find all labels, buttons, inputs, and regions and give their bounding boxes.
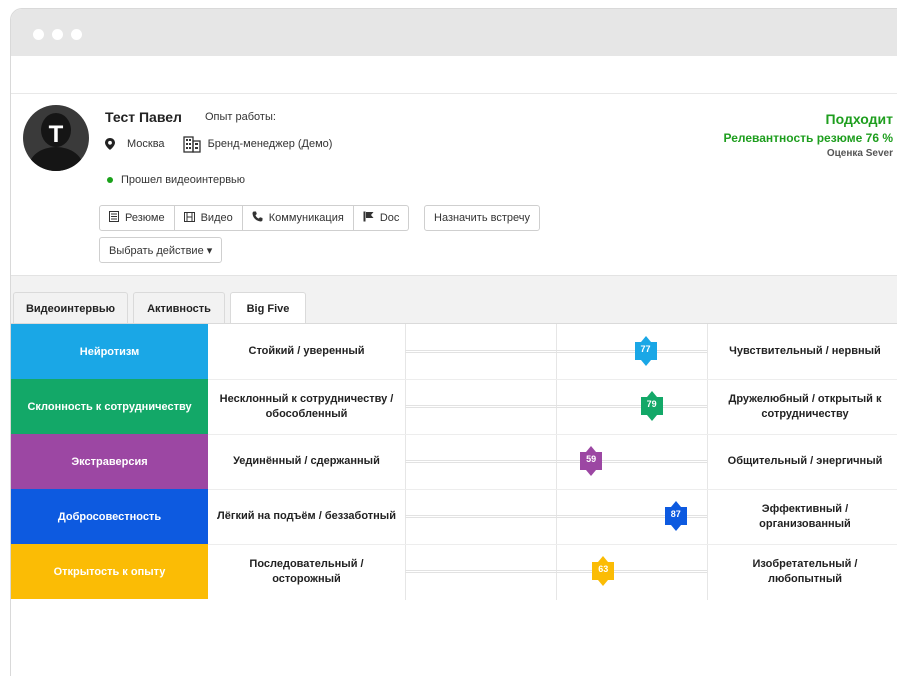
big-five-row: Склонность к сотрудничеству Несклонный к … [11,379,897,434]
tab-video-interview[interactable]: Видеоинтервью [13,292,128,324]
doc-button-label: Doc [379,212,400,224]
scale-track [405,515,707,518]
phone-icon [252,211,263,225]
trait-scale: 77 [405,324,707,379]
scale-track [405,460,707,463]
trait-scale: 59 [405,434,707,489]
trait-high-pole: Эффективный / организованный [759,502,851,530]
scale-track [405,350,707,353]
trait-scale: 87 [405,489,707,544]
trait-name: Экстраверсия [11,434,208,489]
building-icon [182,135,201,153]
big-five-table: Нейротизм Стойкий / уверенный 77 Чувствител… [11,323,897,600]
resume-button-label: Резюме [125,212,165,224]
tabs-bar: Видеоинтервью Активность Big Five [11,275,897,325]
score-marker: 77 [634,336,657,366]
video-button[interactable]: Видео [174,205,243,231]
trait-high-pole: Дружелюбный / открытый к сотрудничеству [728,392,882,420]
document-icon [109,211,119,225]
communication-button-label: Коммуникация [268,212,344,224]
trait-name: Открытость к опыту [11,544,208,599]
candidate-name[interactable]: Тест Павел [105,109,182,125]
window-titlebar [11,9,897,56]
assessment-label: Оценка Sever [826,148,893,159]
status-dot-icon [107,177,113,183]
verdict-block: Подходит Релевантность резюме 76 % Оценк… [723,111,893,159]
score-marker: 63 [592,556,615,586]
avatar[interactable]: T [23,105,89,171]
trait-low-pole: Стойкий / уверенный [248,345,365,357]
window-minimize-dot[interactable] [52,29,63,40]
doc-button[interactable]: Doc [353,205,410,231]
video-status-text: Прошел видеоинтервью [121,174,246,186]
score-label: 59 [586,454,597,464]
score-label: 63 [598,564,609,574]
score-marker: 59 [580,446,603,476]
select-action-dropdown[interactable]: Выбрать действие ▾ [99,237,223,263]
big-five-row: Экстраверсия Уединённый / сдержанный 59 Общ… [11,434,897,489]
candidate-button-group: Резюме Видео Коммуникация Doc [99,205,410,231]
location-pin-icon [105,138,115,150]
score-label: 79 [646,399,657,409]
scale-track [405,570,707,573]
doc-flag-icon [363,211,374,225]
candidate-city: Москва [127,138,165,150]
candidate-position[interactable]: Бренд-менеджер (Демо) [208,138,333,150]
trait-name: Склонность к сотрудничеству [11,379,208,434]
score-label: 87 [670,509,681,519]
trait-low-pole: Последовательный / осторожный [249,557,364,585]
big-five-row: Добросовестность Лёгкий на подъём / безза… [11,489,897,544]
trait-scale: 79 [405,379,707,434]
candidate-card: T Тест Павел Опыт работы: Москва Бренд-м… [11,95,897,275]
score-marker: 87 [664,501,687,531]
trait-low-pole: Лёгкий на подъём / беззаботный [217,510,396,522]
resume-relevance: Релевантность резюме 76 % [723,131,893,145]
trait-high-pole: Чувствительный / нервный [729,345,881,357]
avatar-shoulders-shape [29,147,83,171]
resume-button[interactable]: Резюме [99,205,175,231]
communication-button[interactable]: Коммуникация [242,205,354,231]
big-five-row: Открытость к опыту Последовательный / ост… [11,544,897,599]
top-strip [11,56,897,94]
trait-high-pole: Общительный / энергичный [727,455,883,467]
video-status: Прошел видеоинтервью [107,174,245,186]
experience-label: Опыт работы: [205,111,276,123]
trait-low-pole: Несклонный к сотрудничеству / обособленн… [219,392,394,420]
schedule-meeting-button[interactable]: Назначить встречу [424,205,540,231]
row-divider [208,544,897,545]
verdict-status: Подходит [825,111,893,127]
trait-scale: 63 [405,544,707,599]
tab-big-five[interactable]: Big Five [230,292,306,325]
avatar-initial: T [48,121,64,148]
trait-name: Нейротизм [11,324,208,379]
location-row: Москва Бренд-менеджер (Демо) [105,135,332,153]
trait-high-pole: Изобретательный / любопытный [752,557,858,585]
trait-low-pole: Уединённый / сдержанный [233,455,380,467]
film-icon [183,211,195,225]
row-divider [208,379,897,380]
row-divider [208,434,897,435]
video-button-label: Видео [200,212,233,224]
score-label: 77 [640,344,651,354]
score-marker: 79 [640,391,663,421]
browser-window: T Тест Павел Опыт работы: Москва Бренд-м… [10,8,897,676]
tab-activity[interactable]: Активность [133,292,225,324]
big-five-row: Нейротизм Стойкий / уверенный 77 Чувствител… [11,324,897,379]
window-close-dot[interactable] [33,29,44,40]
window-maximize-dot[interactable] [71,29,82,40]
row-divider [208,489,897,490]
trait-name: Добросовестность [11,489,208,544]
